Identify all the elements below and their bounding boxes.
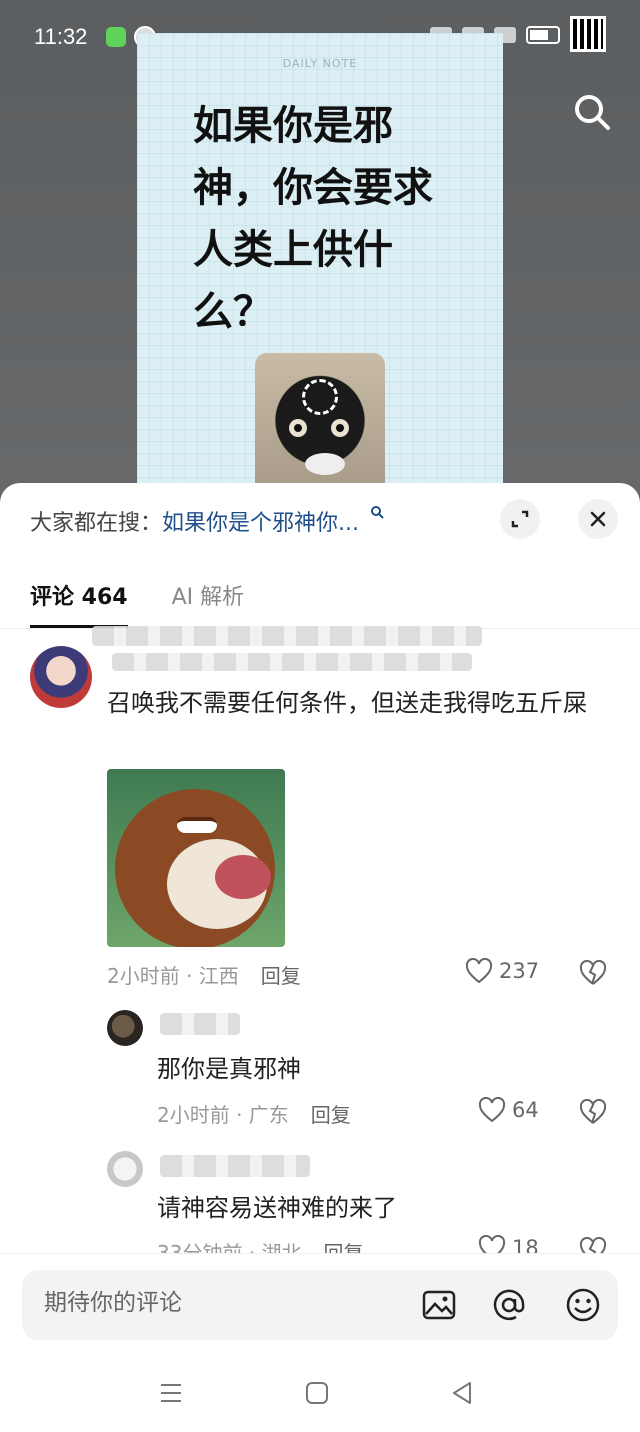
search-small-icon (371, 506, 384, 519)
cat-meme-image (255, 353, 385, 503)
cat-eye-right (331, 419, 349, 437)
note-card-image: DAILY NOTE 如果你是邪神，你会要求人类上供什么？ (137, 33, 503, 503)
note-question: 如果你是邪神，你会要求人类上供什么？ (193, 103, 433, 335)
comment-tabs: 评论 464 AI 解析 (30, 579, 244, 628)
trending-search[interactable]: 大家都在搜：如果你是个邪神你... (30, 505, 384, 537)
cat-eye-left (289, 419, 307, 437)
back-icon[interactable] (449, 1380, 475, 1406)
battery-icon (526, 26, 560, 44)
message-app-icon (106, 27, 126, 47)
heart-icon (478, 1097, 506, 1123)
bear-eye (177, 817, 217, 833)
like-button[interactable]: 237 (465, 958, 539, 984)
comment-meta: 2小时前 · 江西 回复 (107, 960, 301, 989)
system-nav-bar (0, 1370, 640, 1420)
close-button[interactable] (578, 499, 618, 539)
menu-icon[interactable] (158, 1380, 184, 1406)
reply-button[interactable]: 回复 (311, 1103, 351, 1127)
reply-button[interactable]: 回复 (261, 964, 301, 988)
emoji-icon[interactable] (564, 1286, 602, 1324)
dislike-broken-heart-icon[interactable] (579, 960, 607, 986)
dislike-broken-heart-icon[interactable] (579, 1099, 607, 1125)
search-icon[interactable] (570, 90, 614, 134)
trending-search-prefix: 大家都在搜： (30, 511, 163, 536)
avatar[interactable] (30, 646, 92, 708)
trending-search-query[interactable]: 如果你是个邪神你... (162, 511, 359, 536)
like-count: 237 (499, 959, 540, 983)
comment-text: 那你是真邪神 (157, 1055, 301, 1083)
comment-input[interactable] (44, 1290, 344, 1316)
tab-ai-analysis[interactable]: AI 解析 (172, 579, 245, 628)
like-button[interactable]: 64 (478, 1097, 539, 1123)
status-time: 11:32 (34, 24, 88, 49)
username-blurred[interactable] (160, 1013, 240, 1035)
heart-icon (465, 958, 493, 984)
bear-nose (215, 855, 271, 899)
note-header: DAILY NOTE (282, 57, 358, 70)
close-icon (590, 511, 606, 527)
like-count: 64 (512, 1098, 539, 1122)
comment-image-bear[interactable] (107, 769, 285, 947)
tab-comments[interactable]: 评论 464 (30, 579, 128, 628)
loading-spinner-icon (302, 379, 338, 415)
comment-text: 召唤我不需要任何条件，但送走我得吃五斤屎 (107, 689, 587, 717)
comment-input-bar (22, 1270, 618, 1340)
time-location: 2小时前 · 江西 (107, 964, 239, 988)
expand-button[interactable] (500, 499, 540, 539)
expand-icon (511, 510, 529, 528)
avatar[interactable] (107, 1151, 143, 1187)
comment-meta: 2小时前 · 广东 回复 (157, 1099, 351, 1128)
mention-at-icon[interactable] (490, 1286, 528, 1324)
username-blurred[interactable] (92, 626, 482, 646)
image-picker-icon[interactable] (420, 1286, 458, 1324)
username-blurred (112, 653, 472, 671)
watermark-qr-icon (570, 16, 606, 52)
time-location: 2小时前 · 广东 (157, 1103, 289, 1127)
username-blurred[interactable] (160, 1155, 310, 1177)
cat-chin (305, 453, 345, 475)
home-icon[interactable] (304, 1380, 330, 1406)
comments-sheet: 大家都在搜：如果你是个邪神你... 评论 464 AI 解析 召唤我不需要任何条… (0, 483, 640, 1432)
avatar[interactable] (107, 1010, 143, 1046)
comment-text: 请神容易送神难的来了 (157, 1194, 397, 1222)
